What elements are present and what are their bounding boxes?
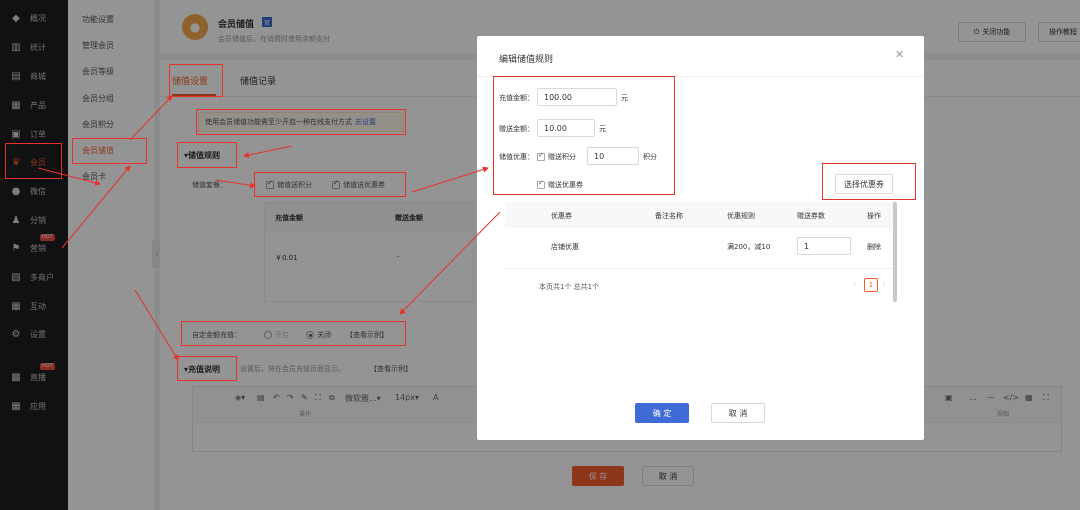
bonus-label: 储值优惠： — [499, 153, 534, 161]
bonus-points-checkbox[interactable] — [537, 151, 545, 161]
col-coupon: 优惠券 — [551, 212, 572, 220]
page-current[interactable]: 1 — [864, 278, 878, 292]
modal-title: 编辑储值规则 — [499, 55, 554, 65]
prev-page-icon[interactable]: ‹ — [853, 280, 856, 288]
coupon-table: 优惠券 备注名称 优惠规则 赠送券数 操作 店铺优惠 满200，减10 1 删除 — [505, 202, 895, 272]
modal-cancel-button[interactable]: 取 消 — [711, 403, 765, 423]
recharge-amount-input[interactable]: 100.00 — [537, 88, 617, 106]
bonus-points-option[interactable]: 赠送积分 — [537, 151, 576, 162]
edit-rule-modal: 编辑储值规则 ✕ 充值金额： 100.00 元 赠送金额： 10.00 元 储值… — [477, 36, 924, 440]
bonus-coupon-option[interactable]: 赠送优惠券 — [537, 179, 583, 190]
gift-amount-input[interactable]: 10.00 — [537, 119, 595, 137]
choose-coupon-button[interactable]: 选择优惠券 — [835, 174, 893, 194]
col-action: 操作 — [867, 212, 881, 220]
points-unit: 积分 — [643, 153, 657, 161]
bonus-points-input[interactable]: 10 — [587, 147, 639, 165]
col-rule: 优惠规则 — [727, 212, 755, 220]
coupon-table-scrollbar[interactable] — [893, 202, 897, 302]
close-icon[interactable]: ✕ — [895, 48, 904, 61]
recharge-label: 充值金额： — [499, 94, 534, 102]
confirm-button[interactable]: 确 定 — [635, 403, 689, 423]
next-page-icon[interactable]: › — [883, 280, 886, 288]
row-divider — [505, 268, 895, 269]
bonus-coupon-checkbox[interactable] — [537, 179, 545, 189]
delete-coupon-link[interactable]: 删除 — [867, 242, 881, 252]
coupon-qty-input[interactable]: 1 — [797, 237, 851, 255]
col-note: 备注名称 — [655, 212, 683, 220]
gift-label: 赠送金额： — [499, 125, 534, 133]
col-qty: 赠送券数 — [797, 212, 825, 220]
gift-unit: 元 — [599, 125, 606, 133]
recharge-unit: 元 — [621, 94, 628, 102]
pager-summary: 本页共1个 总共1个 — [539, 283, 600, 291]
cell-coupon-rule: 满200，减10 — [727, 243, 771, 251]
modal-divider — [477, 76, 924, 77]
cell-coupon-name: 店铺优惠 — [551, 243, 579, 251]
